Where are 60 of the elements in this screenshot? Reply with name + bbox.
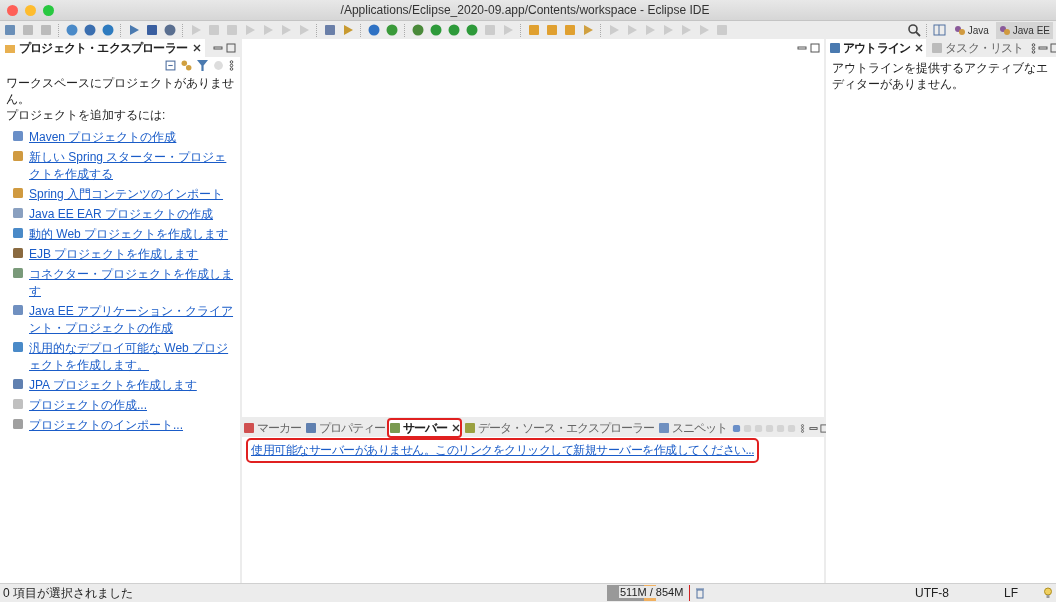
open-perspective-icon[interactable]: [932, 23, 947, 37]
create-link[interactable]: EJB プロジェクトを作成します: [29, 246, 199, 263]
view-icon: [658, 422, 670, 434]
view-icon: [305, 422, 317, 434]
view-tab[interactable]: タスク・リスト: [928, 39, 1027, 57]
status-text: 0 項目が選択されました: [3, 584, 133, 602]
trash-icon[interactable]: [695, 587, 705, 599]
perspective-icon: [953, 24, 966, 36]
create-link[interactable]: 新しい Spring スターター・プロジェクトを作成する: [29, 149, 234, 183]
close-icon[interactable]: [915, 44, 924, 52]
view-tab[interactable]: サーバー: [388, 419, 461, 437]
collapse-icon[interactable]: [165, 60, 176, 71]
close-icon[interactable]: [193, 44, 201, 52]
heap-reading: 511M / 854M: [619, 586, 685, 598]
encoding-text: UTF-8: [915, 586, 949, 600]
create-link[interactable]: プロジェクトのインポート...: [29, 417, 183, 434]
view-tab[interactable]: データ・ソース・エクスプローラー: [463, 419, 655, 437]
message-text: プロジェクトを追加するには:: [6, 107, 167, 123]
close-button[interactable]: [7, 4, 18, 16]
maximize-icon[interactable]: [810, 43, 820, 53]
view-icon: [389, 422, 401, 434]
create-link[interactable]: コネクター・プロジェクトを作成します: [29, 266, 234, 300]
menu-icon[interactable]: [798, 423, 807, 433]
perspective-button[interactable]: Java: [950, 21, 992, 39]
create-link[interactable]: 汎用的なデプロイ可能な Web プロジェクトを作成します。: [29, 340, 234, 374]
line-ending-text: LF: [1004, 586, 1018, 600]
zoom-button[interactable]: [43, 4, 54, 16]
message-text: アウトラインを提供するアクティブなエディターがありません。: [832, 60, 1049, 92]
close-icon[interactable]: [452, 424, 460, 432]
message-text: ワークスペースにプロジェクトがありません。: [6, 75, 234, 107]
create-link[interactable]: Java EE EAR プロジェクトの作成: [29, 206, 214, 223]
lightbulb-icon[interactable]: [1043, 587, 1053, 599]
arrow-icon[interactable]: [127, 23, 141, 37]
maximize-icon[interactable]: [226, 43, 236, 53]
minimize-icon[interactable]: [797, 43, 807, 53]
minimize-icon[interactable]: [1037, 43, 1048, 53]
view-icon: [243, 422, 255, 434]
menu-icon[interactable]: [1030, 42, 1036, 54]
create-link[interactable]: 動的 Web プロジェクトを作成します: [29, 226, 229, 243]
view-icon: [464, 422, 476, 434]
create-link[interactable]: プロジェクトの作成...: [29, 397, 147, 414]
menu-icon[interactable]: [229, 60, 234, 71]
search-icon[interactable]: [906, 23, 921, 37]
perspective-icon: [998, 24, 1011, 36]
filter-icon[interactable]: [197, 60, 208, 71]
perspective-button[interactable]: Java EE: [995, 21, 1053, 39]
window-title: /Applications/Eclipse_2020-09.app/Contents/workspace - Eclipse IDE: [339, 3, 711, 17]
play-icon[interactable]: [429, 23, 443, 37]
view-tab[interactable]: スニペット: [657, 419, 728, 437]
view-tab[interactable]: プロパティー: [304, 419, 386, 437]
view-tab[interactable]: アウトライン: [826, 39, 927, 57]
create-link[interactable]: Maven プロジェクトの作成: [29, 129, 177, 146]
view-tab[interactable]: マーカー: [242, 419, 302, 437]
view-tab[interactable]: プロジェクト・エクスプローラー: [0, 39, 205, 57]
create-link[interactable]: Java EE アプリケーション・クライアント・プロジェクトの作成: [29, 303, 234, 337]
new-server-link[interactable]: 使用可能なサーバーがありません。このリンクをクリックして新規サーバーを作成してください...: [248, 440, 757, 461]
maximize-icon[interactable]: [1049, 43, 1056, 53]
minimize-icon[interactable]: [213, 43, 223, 53]
create-link[interactable]: JPA プロジェクトを作成します: [29, 377, 197, 394]
create-link[interactable]: Spring 入門コンテンツのインポート: [29, 186, 224, 203]
